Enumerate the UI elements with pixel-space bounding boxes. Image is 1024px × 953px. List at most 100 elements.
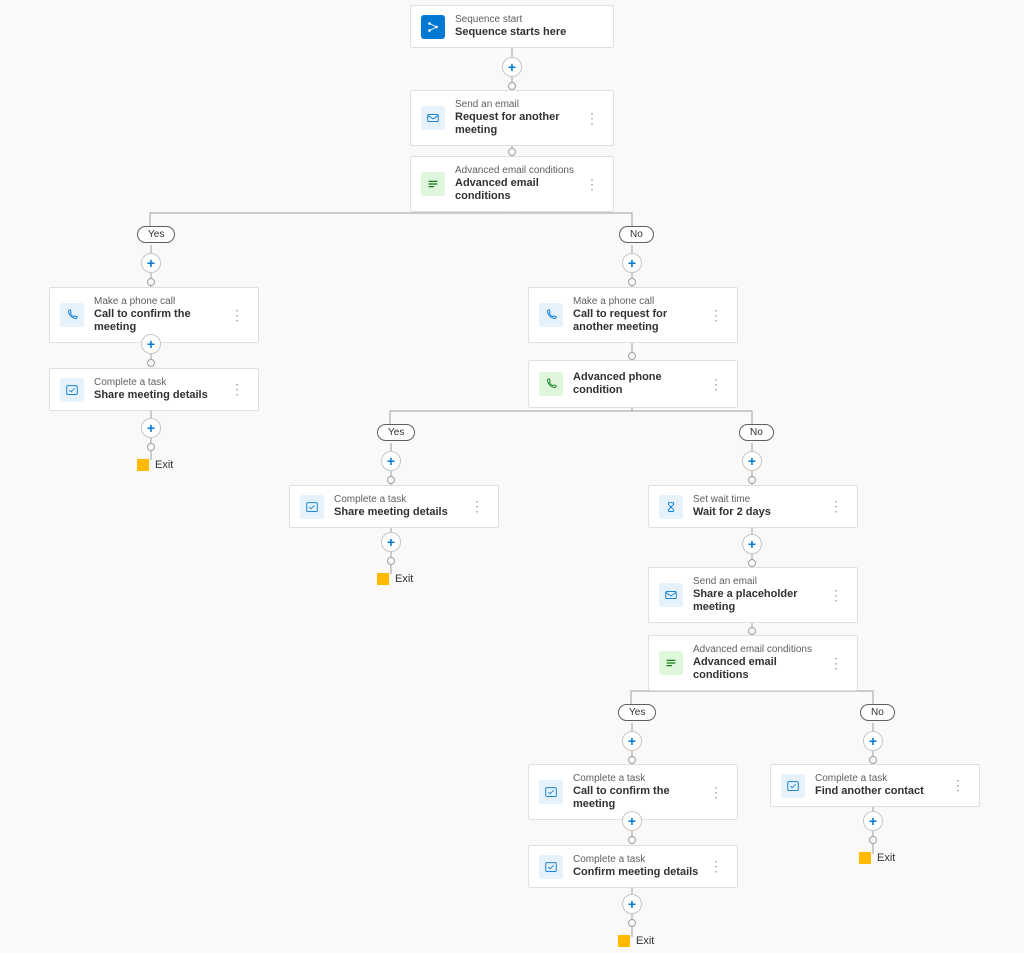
exit-flag-icon [377,573,389,585]
connector-dot [628,756,636,764]
more-button[interactable]: ⋮ [705,307,727,324]
condition-icon [421,172,445,196]
add-step-button[interactable]: + [622,731,642,751]
add-step-button[interactable]: + [863,731,883,751]
more-button[interactable]: ⋮ [705,858,727,875]
task-icon [300,495,324,519]
node-subtitle: Sequence start [455,14,603,26]
connector-dot [147,443,155,451]
email-icon [659,583,683,607]
task-icon [60,378,84,402]
connector-dot [748,627,756,635]
more-button[interactable]: ⋮ [581,176,603,193]
more-button[interactable]: ⋮ [466,498,488,515]
node-task-share-2[interactable]: Complete a taskShare meeting details ⋮ [289,485,499,528]
node-subtitle: Complete a task [334,494,466,506]
start-icon [421,15,445,39]
node-title: Find another contact [815,785,947,798]
exit-label: Exit [395,573,413,585]
add-step-button[interactable]: + [622,894,642,914]
more-button[interactable]: ⋮ [581,110,603,127]
add-step-button[interactable]: + [381,532,401,552]
node-subtitle: Complete a task [573,773,705,785]
phone-icon [60,303,84,327]
add-step-button[interactable]: + [141,334,161,354]
connector-dot [147,359,155,367]
flow-canvas: Sequence startSequence starts here + Sen… [0,0,1024,953]
exit-label: Exit [877,852,895,864]
exit-marker: Exit [859,852,895,864]
task-icon [539,855,563,879]
more-button[interactable]: ⋮ [705,376,727,393]
node-title: Wait for 2 days [693,506,825,519]
add-step-button[interactable]: + [863,811,883,831]
node-title: Advanced phone condition [573,371,705,397]
add-step-button[interactable]: + [622,811,642,831]
node-phone-condition[interactable]: Advanced phone condition ⋮ [528,360,738,408]
more-button[interactable]: ⋮ [705,784,727,801]
node-subtitle: Make a phone call [573,296,705,308]
more-button[interactable]: ⋮ [226,381,248,398]
node-phone-request[interactable]: Make a phone callCall to request for ano… [528,287,738,343]
connector-dot [628,919,636,927]
add-step-button[interactable]: + [141,418,161,438]
add-step-button[interactable]: + [742,534,762,554]
email-icon [421,106,445,130]
exit-label: Exit [636,935,654,947]
node-task-find-contact[interactable]: Complete a taskFind another contact ⋮ [770,764,980,807]
more-button[interactable]: ⋮ [825,498,847,515]
exit-marker: Exit [377,573,413,585]
add-step-button[interactable]: + [502,57,522,77]
branch-yes[interactable]: Yes [137,226,175,243]
branch-no[interactable]: No [619,226,654,243]
add-step-button[interactable]: + [141,253,161,273]
branch-yes[interactable]: Yes [377,424,415,441]
more-button[interactable]: ⋮ [825,587,847,604]
phone-icon [539,303,563,327]
node-email-placeholder[interactable]: Send an emailShare a placeholder meeting… [648,567,858,623]
connector-dot [387,557,395,565]
exit-flag-icon [859,852,871,864]
branch-yes[interactable]: Yes [618,704,656,721]
connector-dot [387,476,395,484]
branch-no[interactable]: No [739,424,774,441]
node-task-confirm-details[interactable]: Complete a taskConfirm meeting details ⋮ [528,845,738,888]
node-sequence-start[interactable]: Sequence startSequence starts here [410,5,614,48]
connector-dot [628,836,636,844]
more-button[interactable]: ⋮ [825,655,847,672]
exit-marker: Exit [137,459,173,471]
node-email-conditions-1[interactable]: Advanced email conditionsAdvanced email … [410,156,614,212]
condition-phone-icon [539,372,563,396]
exit-flag-icon [137,459,149,471]
task-icon [539,780,563,804]
node-subtitle: Complete a task [573,854,705,866]
connector-dot [748,559,756,567]
more-button[interactable]: ⋮ [947,777,969,794]
node-subtitle: Advanced email conditions [693,644,825,656]
connector-dot [628,278,636,286]
connector-dot [869,836,877,844]
condition-icon [659,651,683,675]
exit-label: Exit [155,459,173,471]
connector-dot [508,148,516,156]
node-title: Share a placeholder meeting [693,588,825,614]
more-button[interactable]: ⋮ [226,307,248,324]
node-wait[interactable]: Set wait timeWait for 2 days ⋮ [648,485,858,528]
connector-dot [748,476,756,484]
add-step-button[interactable]: + [381,451,401,471]
branch-no[interactable]: No [860,704,895,721]
node-email-conditions-2[interactable]: Advanced email conditionsAdvanced email … [648,635,858,691]
node-subtitle: Set wait time [693,494,825,506]
node-send-email-request[interactable]: Send an emailRequest for another meeting… [410,90,614,146]
node-title: Share meeting details [334,506,466,519]
node-title: Confirm meeting details [573,866,705,879]
node-subtitle: Send an email [693,576,825,588]
node-title: Call to request for another meeting [573,308,705,334]
node-subtitle: Send an email [455,99,581,111]
add-step-button[interactable]: + [622,253,642,273]
add-step-button[interactable]: + [742,451,762,471]
node-subtitle: Complete a task [815,773,947,785]
node-title: Request for another meeting [455,111,581,137]
node-title: Share meeting details [94,389,226,402]
node-task-share-1[interactable]: Complete a taskShare meeting details ⋮ [49,368,259,411]
